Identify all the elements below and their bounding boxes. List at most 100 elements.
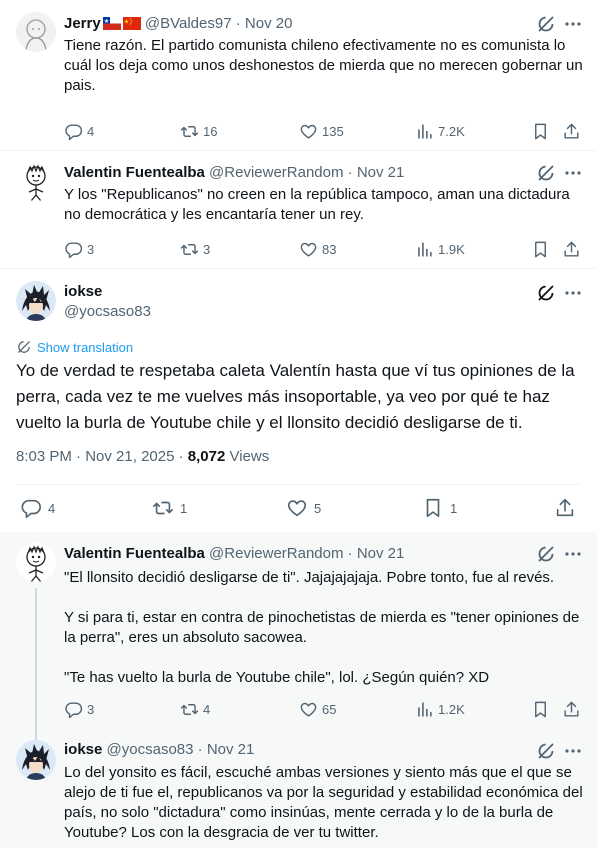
china-flag-icon (122, 16, 141, 34)
handle[interactable]: @ReviewerRandom (209, 545, 343, 562)
tweet-header: iokse @yocsaso83 · Nov 21 (64, 741, 255, 758)
reply-icon (65, 123, 83, 140)
grok-icon[interactable] (536, 544, 556, 564)
display-name[interactable]: iokse (64, 741, 102, 758)
heart-icon (287, 500, 307, 517)
reply-button[interactable]: 4 (20, 496, 55, 520)
share-icon (564, 241, 579, 257)
avatar-jerry[interactable] (16, 12, 56, 52)
bookmark-button[interactable] (531, 121, 550, 141)
avatar-valentin[interactable] (16, 161, 56, 201)
tweet-header: Valentin Fuentealba @ReviewerRandom · No… (64, 164, 405, 181)
views-icon (418, 123, 432, 139)
tweet-valentin-1[interactable]: Valentin Fuentealba @ReviewerRandom · No… (0, 151, 597, 268)
bookmark-icon (535, 123, 546, 139)
views-count: 8,072 (187, 448, 226, 465)
display-name[interactable]: Valentin Fuentealba (64, 545, 205, 562)
tweet-valentin-2[interactable]: Valentin Fuentealba @ReviewerRandom · No… (0, 532, 597, 732)
handle[interactable]: @ReviewerRandom (209, 164, 343, 181)
thread-line (35, 588, 37, 732)
views-icon (418, 701, 432, 717)
bookmark-button[interactable] (531, 699, 550, 719)
views-button[interactable]: 7.2K (415, 121, 465, 141)
bookmark-button[interactable]: 1 (422, 496, 457, 520)
tweet-text: "El llonsito decidió desligarse de ti". … (64, 569, 580, 686)
tweet-text: Tiene razón. El partido comunista chilen… (64, 37, 583, 94)
divider (16, 484, 581, 485)
views-icon (418, 241, 432, 257)
reply-button[interactable]: 4 (64, 121, 94, 141)
timestamp[interactable]: Nov 21 (357, 545, 405, 562)
like-button[interactable]: 83 (299, 239, 336, 259)
grok-icon[interactable] (536, 14, 556, 34)
tweet-actions: 4 16 135 7.2K (64, 121, 581, 141)
reply-icon (65, 701, 83, 718)
reply-icon (21, 499, 41, 518)
tweet-iokse-2[interactable]: iokse @yocsaso83 · Nov 21 Lo del yonsito… (0, 732, 597, 848)
retweet-icon (180, 243, 199, 255)
bookmark-button[interactable] (531, 239, 550, 259)
reply-button[interactable]: 3 (64, 239, 94, 259)
tweet-header: Valentin Fuentealba @ReviewerRandom · No… (64, 545, 405, 562)
timestamp[interactable]: Nov 21 (357, 164, 405, 181)
reply-button[interactable]: 3 (64, 699, 94, 719)
focused-actions: 4 1 5 1 (16, 496, 581, 520)
handle[interactable]: @yocsaso83 (107, 741, 194, 758)
avatar-valentin[interactable] (16, 542, 56, 582)
display-name[interactable]: iokse (64, 282, 102, 302)
timestamp[interactable]: Nov 21 (207, 741, 255, 758)
views-label: Views (229, 448, 270, 465)
heart-icon (300, 124, 317, 139)
handle[interactable]: @yocsaso83 (64, 302, 151, 322)
avatar-iokse[interactable] (16, 281, 56, 321)
retweet-icon (153, 501, 173, 515)
chile-flag-icon (102, 16, 121, 34)
more-icon[interactable] (563, 14, 583, 34)
tweet-actions: 3 3 83 1.9K (64, 239, 581, 259)
share-button[interactable] (562, 239, 581, 259)
bookmark-icon (535, 701, 546, 717)
grok-icon[interactable] (536, 283, 556, 303)
retweet-button[interactable]: 1 (152, 496, 187, 520)
tweet-text: Y los "Republicanos" no creen en la repú… (64, 186, 570, 223)
share-icon (564, 701, 579, 717)
tweet-text: Yo de verdad te respetaba caleta Valentí… (16, 361, 575, 432)
share-button[interactable] (562, 699, 581, 719)
like-button[interactable]: 65 (299, 699, 336, 719)
display-name[interactable]: Jerry (64, 15, 101, 32)
bookmark-icon (535, 241, 546, 257)
heart-icon (300, 702, 317, 717)
share-button[interactable] (562, 121, 581, 141)
show-translation-link[interactable]: Show translation (16, 338, 133, 356)
timestamp[interactable]: 8:03 PM (16, 448, 72, 465)
more-icon[interactable] (563, 283, 583, 303)
grok-icon[interactable] (536, 163, 556, 183)
like-button[interactable]: 135 (299, 121, 344, 141)
retweet-button[interactable]: 16 (180, 121, 217, 141)
share-button[interactable] (554, 496, 576, 520)
avatar-iokse[interactable] (16, 740, 56, 780)
bookmark-icon (426, 498, 440, 518)
date[interactable]: Nov 21, 2025 (85, 448, 174, 465)
more-icon[interactable] (563, 163, 583, 183)
grok-icon[interactable] (536, 741, 556, 761)
reply-icon (65, 241, 83, 258)
share-icon (564, 123, 579, 139)
like-button[interactable]: 5 (286, 496, 321, 520)
retweet-button[interactable]: 4 (180, 699, 210, 719)
share-icon (556, 498, 574, 517)
retweet-button[interactable]: 3 (180, 239, 210, 259)
more-icon[interactable] (563, 741, 583, 761)
display-name[interactable]: Valentin Fuentealba (64, 164, 205, 181)
tweet-header: Jerry @BValdes97 · Nov 20 (64, 14, 527, 34)
views-button[interactable]: 1.2K (415, 699, 465, 719)
views-button[interactable]: 1.9K (415, 239, 465, 259)
timestamp[interactable]: Nov 20 (245, 15, 293, 32)
tweet-jerry[interactable]: Jerry @BValdes97 · Nov 20 Tiene razón. E… (0, 0, 597, 150)
tweet-text: Lo del yonsito es fácil, escuché ambas v… (64, 764, 583, 841)
more-icon[interactable] (563, 544, 583, 564)
heart-icon (300, 242, 317, 257)
translate-icon (18, 341, 30, 353)
handle[interactable]: @BValdes97 (145, 15, 232, 32)
tweet-meta: 8:03 PM · Nov 21, 2025 · 8,072 Views (16, 448, 270, 465)
